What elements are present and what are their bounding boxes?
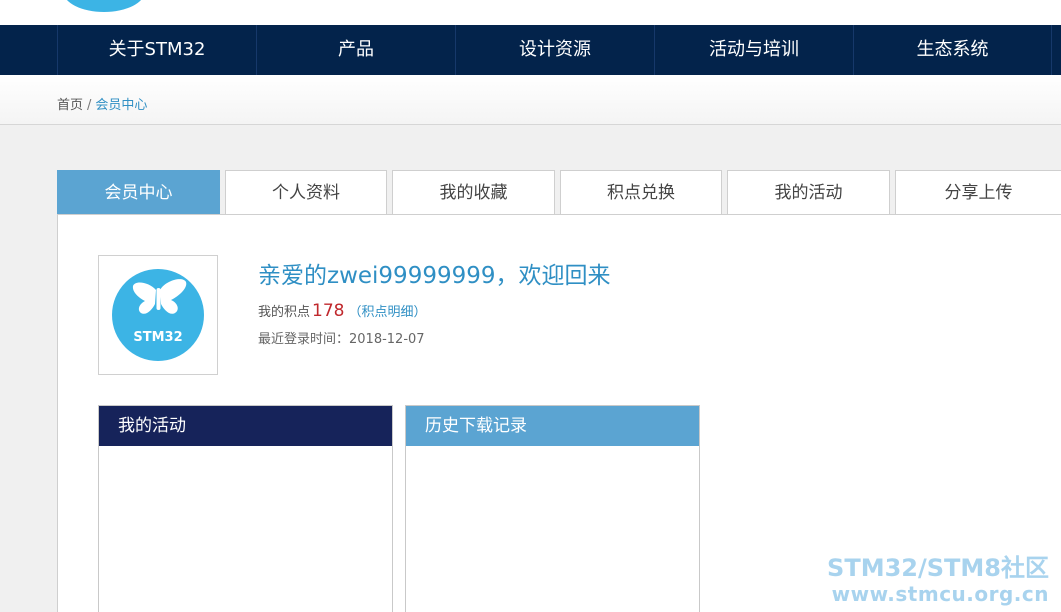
tab-member-center[interactable]: 会员中心 bbox=[57, 170, 220, 214]
nav-item-about-stm32[interactable]: 关于STM32 bbox=[57, 25, 256, 75]
tab-points-exchange[interactable]: 积点兑换 bbox=[560, 170, 722, 214]
my-activities-box: 我的活动 bbox=[98, 405, 393, 612]
breadcrumb-home-link[interactable]: 首页 bbox=[57, 98, 83, 113]
breadcrumb-separator: / bbox=[87, 98, 92, 113]
site-logo[interactable] bbox=[63, 0, 145, 12]
download-history-title: 历史下载记录 bbox=[406, 406, 699, 446]
watermark-line2: www.stmcu.org.cn bbox=[831, 582, 1049, 606]
tab-my-activities[interactable]: 我的活动 bbox=[727, 170, 890, 214]
tab-share-upload[interactable]: 分享上传 bbox=[895, 170, 1061, 214]
breadcrumb-current[interactable]: 会员中心 bbox=[95, 98, 147, 113]
site-watermark: STM32/STM8社区 www.stmcu.org.cn bbox=[827, 556, 1049, 604]
points-label: 我的积点 bbox=[258, 305, 311, 320]
points-row: 我的积点 178 （积点明细） bbox=[258, 301, 426, 321]
avatar: STM32 bbox=[98, 255, 218, 375]
nav-item-products[interactable]: 产品 bbox=[256, 25, 455, 75]
my-activities-title: 我的活动 bbox=[99, 406, 392, 446]
download-history-box: 历史下载记录 bbox=[405, 405, 700, 612]
tab-my-favorites[interactable]: 我的收藏 bbox=[392, 170, 555, 214]
welcome-greeting: 亲爱的zwei99999999，欢迎回来 bbox=[258, 263, 611, 289]
last-login-row: 最近登录时间：2018-12-07 bbox=[258, 328, 425, 347]
site-header bbox=[0, 0, 1061, 25]
points-detail-link[interactable]: （积点明细） bbox=[348, 305, 426, 320]
last-login-label: 最近登录时间： bbox=[258, 332, 350, 347]
points-value: 178 bbox=[312, 301, 345, 321]
avatar-logo-text: STM32 bbox=[133, 330, 182, 345]
breadcrumb: 首页 / 会员中心 bbox=[57, 94, 147, 113]
nav-item-ecosystem[interactable]: 生态系统 bbox=[853, 25, 1052, 75]
nav-item-design-resources[interactable]: 设计资源 bbox=[455, 25, 654, 75]
tab-personal-info[interactable]: 个人资料 bbox=[225, 170, 387, 214]
watermark-line1: STM32/STM8社区 bbox=[827, 554, 1049, 582]
main-nav: 关于STM32 产品 设计资源 活动与培训 生态系统 bbox=[0, 25, 1061, 75]
breadcrumb-bar: 首页 / 会员中心 bbox=[0, 75, 1061, 125]
nav-item-events-training[interactable]: 活动与培训 bbox=[654, 25, 853, 75]
stm32-logo-icon: STM32 bbox=[112, 269, 204, 361]
last-login-value: 2018-12-07 bbox=[349, 332, 425, 347]
